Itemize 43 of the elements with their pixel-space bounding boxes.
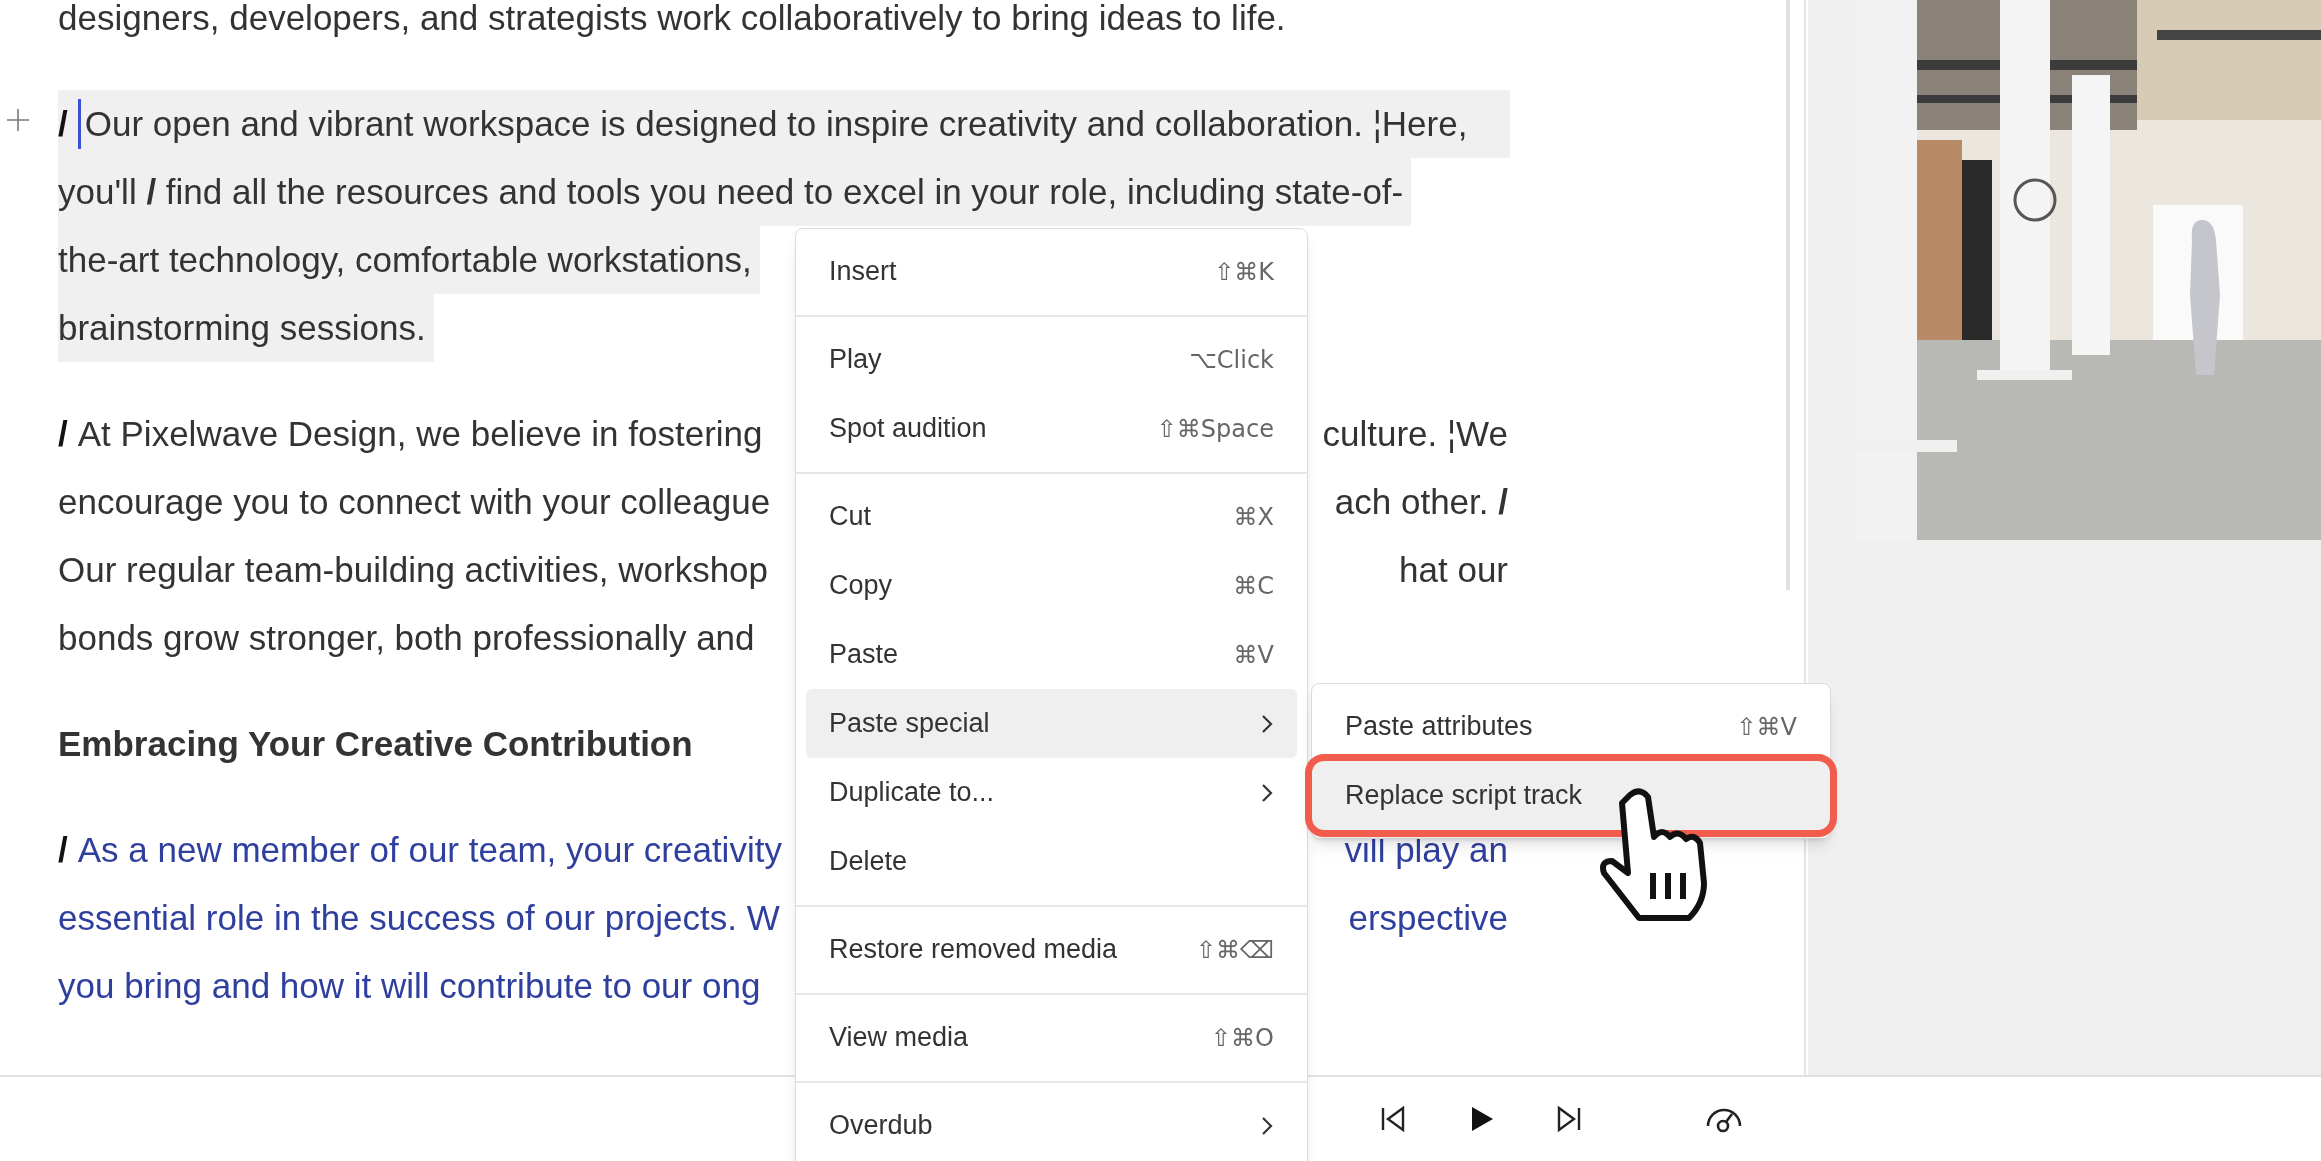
paragraph-text: hat our [1399, 548, 1509, 591]
menu-item[interactable]: Cut ⌘X [806, 482, 1297, 551]
paragraph-text: you'll / find all the resources and tools you need to excel in your role, including state-of- [58, 170, 1404, 213]
slash-marker: / [58, 412, 68, 455]
paragraph-text: culture. ¦We [1322, 412, 1509, 455]
shortcut-label: ⌘X [1233, 501, 1274, 533]
shortcut-label: ⇧⌘Space [1156, 413, 1274, 445]
section-heading: Embracing Your Creative Contribution [58, 722, 693, 765]
shortcut-label: ⌥Click [1189, 344, 1274, 376]
menu-item[interactable]: Restore removed media ⇧⌘⌫ [806, 915, 1297, 984]
add-icon[interactable] [6, 108, 30, 132]
paragraph-text: At Pixelwave Design, we believe in fostering [77, 412, 763, 455]
shortcut-label: ⇧⌘O [1211, 1022, 1274, 1054]
menu-item[interactable]: Delete [806, 827, 1297, 896]
menu-item[interactable]: Insert ⇧⌘K [806, 237, 1297, 306]
menu-item[interactable]: Paste attributes ⇧⌘V [1312, 692, 1830, 761]
paragraph-text: bonds grow stronger, both professionally and [58, 616, 755, 659]
paragraph-text: essential role in the success of our projects. W [58, 896, 780, 939]
shortcut-label: ⌘C [1233, 570, 1274, 602]
paragraph-text: ach other. / [1334, 480, 1509, 523]
paragraph-text: the-art technology, comfortable workstations, [58, 238, 752, 281]
paragraph-text: erspective [1348, 896, 1509, 939]
shortcut-label: ⇧⌘V [1736, 711, 1797, 743]
shortcut-label: ⌘V [1233, 639, 1274, 671]
menu-item[interactable]: Copy ⌘C [806, 551, 1297, 620]
menu-item[interactable]: Duplicate to... [806, 758, 1297, 827]
menu-item[interactable]: View media ⇧⌘O [806, 1003, 1297, 1072]
slash-marker: / [58, 828, 68, 871]
paragraph-text: designers, developers, and strategists work collaboratively to bring ideas to life. [58, 0, 1286, 39]
paragraph-text: Our open and vibrant workspace is designed to inspire creativity and collaboration. ¦Here, [84, 102, 1468, 145]
paragraph-text: As a new member of our team, your creativity [77, 828, 782, 871]
paragraph-text: brainstorming sessions. [58, 306, 426, 349]
menu-item[interactable]: Paste special [806, 689, 1297, 758]
shortcut-label: ⇧⌘K [1214, 256, 1274, 288]
slash-marker: / [58, 102, 68, 145]
menu-item[interactable]: Play ⌥Click [806, 325, 1297, 394]
paragraph-text: you bring and how it will contribute to our ong [58, 964, 761, 1007]
paragraph-text: Our regular team-building activities, workshop [58, 548, 769, 591]
menu-item[interactable]: Paste ⌘V [806, 620, 1297, 689]
menu-item[interactable]: Overdub [806, 1091, 1297, 1160]
paragraph-text: encourage you to connect with your colleague [58, 480, 771, 523]
menu-item[interactable]: Spot audition ⇧⌘Space [806, 394, 1297, 463]
shortcut-label: ⇧⌘⌫ [1195, 934, 1274, 966]
